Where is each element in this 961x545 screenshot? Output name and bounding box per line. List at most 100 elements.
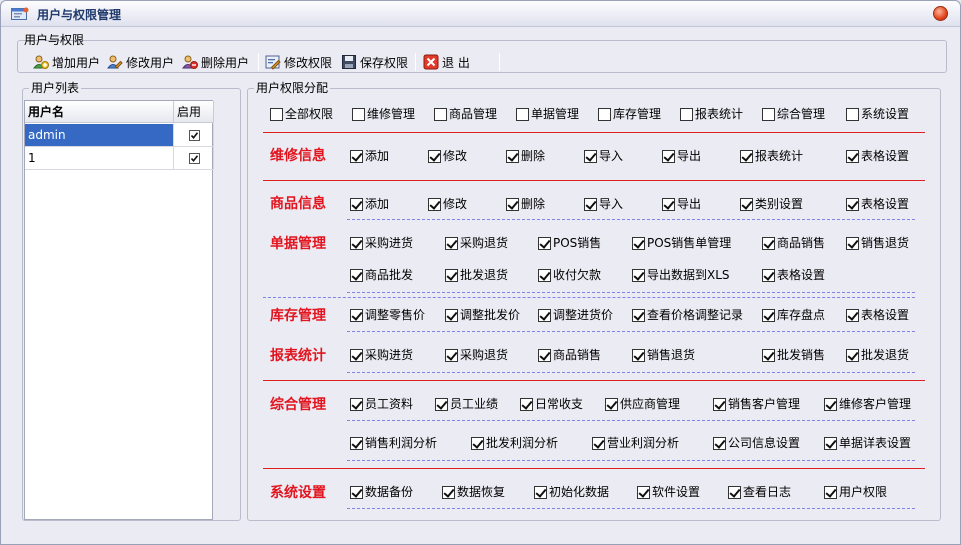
checkbox[interactable] bbox=[728, 485, 741, 499]
check-general-staff[interactable]: 员工资料 bbox=[350, 396, 413, 412]
check-doc-goods-sale[interactable]: 商品销售 bbox=[762, 235, 825, 251]
checkbox[interactable] bbox=[506, 149, 519, 163]
checkbox[interactable] bbox=[824, 397, 837, 411]
check-report-statistics[interactable]: 报表统计 bbox=[680, 106, 743, 122]
checkbox[interactable] bbox=[350, 436, 363, 450]
checkbox[interactable] bbox=[598, 107, 611, 121]
check-general-cashflow[interactable]: 日常收支 bbox=[520, 396, 583, 412]
checkbox[interactable] bbox=[352, 107, 365, 121]
checkbox[interactable] bbox=[846, 348, 859, 362]
checkbox[interactable] bbox=[506, 197, 519, 211]
checkbox[interactable] bbox=[428, 149, 441, 163]
save-permission-button[interactable]: 保存权限 bbox=[341, 53, 408, 71]
checkbox[interactable] bbox=[534, 485, 547, 499]
check-general-performance[interactable]: 员工业绩 bbox=[435, 396, 498, 412]
check-repair-edit[interactable]: 修改 bbox=[428, 148, 467, 164]
enabled-cell[interactable] bbox=[174, 147, 214, 170]
check-stock-table-settings[interactable]: 表格设置 bbox=[846, 307, 909, 323]
checkbox[interactable] bbox=[632, 348, 645, 362]
check-stock-purchase-price[interactable]: 调整进货价 bbox=[538, 307, 613, 323]
checkbox[interactable] bbox=[846, 197, 859, 211]
table-row[interactable]: 1 bbox=[25, 147, 214, 170]
checkbox[interactable] bbox=[538, 308, 551, 322]
checkbox[interactable] bbox=[350, 236, 363, 250]
check-goods-management[interactable]: 商品管理 bbox=[434, 106, 497, 122]
check-stock-inventory[interactable]: 库存盘点 bbox=[762, 307, 825, 323]
checkbox[interactable] bbox=[632, 308, 645, 322]
checkbox[interactable] bbox=[516, 107, 529, 121]
check-doc-table-settings[interactable]: 表格设置 bbox=[762, 267, 825, 283]
checkbox[interactable] bbox=[445, 236, 458, 250]
check-repair-report[interactable]: 报表统计 bbox=[740, 148, 803, 164]
check-general-doc-detail[interactable]: 单据详表设置 bbox=[824, 435, 911, 451]
checkbox[interactable] bbox=[520, 397, 533, 411]
check-goods-delete[interactable]: 删除 bbox=[506, 196, 545, 212]
check-system-restore[interactable]: 数据恢复 bbox=[442, 484, 505, 500]
check-general-supplier[interactable]: 供应商管理 bbox=[605, 396, 680, 412]
checkbox[interactable] bbox=[350, 149, 363, 163]
checkbox[interactable] bbox=[846, 308, 859, 322]
checkbox[interactable] bbox=[584, 197, 597, 211]
check-doc-pos-manage[interactable]: POS销售单管理 bbox=[632, 235, 731, 251]
check-stock-retail-price[interactable]: 调整零售价 bbox=[350, 307, 425, 323]
checkbox[interactable] bbox=[762, 348, 775, 362]
checkbox[interactable] bbox=[632, 268, 645, 282]
checkbox[interactable] bbox=[350, 308, 363, 322]
checkbox[interactable] bbox=[846, 107, 859, 121]
checkbox[interactable] bbox=[632, 236, 645, 250]
checkbox[interactable] bbox=[350, 268, 363, 282]
check-document-management[interactable]: 单据管理 bbox=[516, 106, 579, 122]
checkbox[interactable] bbox=[445, 268, 458, 282]
checkbox[interactable] bbox=[538, 236, 551, 250]
check-system-software-settings[interactable]: 软件设置 bbox=[637, 484, 700, 500]
check-report-sale-return[interactable]: 销售退货 bbox=[632, 347, 695, 363]
checkbox[interactable] bbox=[762, 268, 775, 282]
checkbox[interactable] bbox=[350, 397, 363, 411]
edit-permission-button[interactable]: 修改权限 bbox=[265, 53, 332, 71]
checkbox[interactable] bbox=[435, 397, 448, 411]
checkbox[interactable] bbox=[846, 149, 859, 163]
check-doc-payment-debt[interactable]: 收付欠款 bbox=[538, 267, 601, 283]
check-general-business-profit[interactable]: 营业利润分析 bbox=[592, 435, 679, 451]
checkbox[interactable] bbox=[434, 107, 447, 121]
check-system-view-log[interactable]: 查看日志 bbox=[728, 484, 791, 500]
check-goods-table-settings[interactable]: 表格设置 bbox=[846, 196, 909, 212]
checkbox[interactable] bbox=[740, 149, 753, 163]
check-repair-management[interactable]: 维修管理 bbox=[352, 106, 415, 122]
username-cell[interactable]: admin bbox=[25, 124, 174, 147]
checkbox[interactable] bbox=[680, 107, 693, 121]
checkbox[interactable] bbox=[824, 436, 837, 450]
add-user-button[interactable]: 增加用户 bbox=[33, 53, 100, 71]
check-goods-category[interactable]: 类别设置 bbox=[740, 196, 803, 212]
check-all-permissions[interactable]: 全部权限 bbox=[270, 106, 333, 122]
check-report-wholesale[interactable]: 批发销售 bbox=[762, 347, 825, 363]
check-system-init-data[interactable]: 初始化数据 bbox=[534, 484, 609, 500]
checkbox[interactable] bbox=[762, 236, 775, 250]
check-general-company-info[interactable]: 公司信息设置 bbox=[713, 435, 800, 451]
column-header-enabled[interactable]: 启用 bbox=[174, 101, 214, 123]
check-repair-export[interactable]: 导出 bbox=[662, 148, 701, 164]
checkbox[interactable] bbox=[471, 436, 484, 450]
checkbox[interactable] bbox=[350, 348, 363, 362]
checkbox[interactable] bbox=[662, 197, 675, 211]
enabled-cell[interactable] bbox=[174, 124, 214, 147]
checkbox[interactable] bbox=[538, 348, 551, 362]
checkbox[interactable] bbox=[662, 149, 675, 163]
table-row[interactable]: admin bbox=[25, 124, 214, 147]
check-stock-price-log[interactable]: 查看价格调整记录 bbox=[632, 307, 743, 323]
check-goods-add[interactable]: 添加 bbox=[350, 196, 389, 212]
check-repair-add[interactable]: 添加 bbox=[350, 148, 389, 164]
check-report-goods-sale[interactable]: 商品销售 bbox=[538, 347, 601, 363]
check-goods-export[interactable]: 导出 bbox=[662, 196, 701, 212]
check-doc-wholesale-return[interactable]: 批发退货 bbox=[445, 267, 508, 283]
check-general-repair-customer[interactable]: 维修客户管理 bbox=[824, 396, 911, 412]
checkbox[interactable] bbox=[592, 436, 605, 450]
checkbox[interactable] bbox=[442, 485, 455, 499]
checkbox[interactable] bbox=[584, 149, 597, 163]
check-doc-pos-sale[interactable]: POS销售 bbox=[538, 235, 601, 251]
check-goods-import[interactable]: 导入 bbox=[584, 196, 623, 212]
checkbox[interactable] bbox=[824, 485, 837, 499]
check-stock-wholesale-price[interactable]: 调整批发价 bbox=[445, 307, 520, 323]
checkbox[interactable] bbox=[762, 107, 775, 121]
exit-button[interactable]: 退 出 bbox=[423, 53, 470, 71]
